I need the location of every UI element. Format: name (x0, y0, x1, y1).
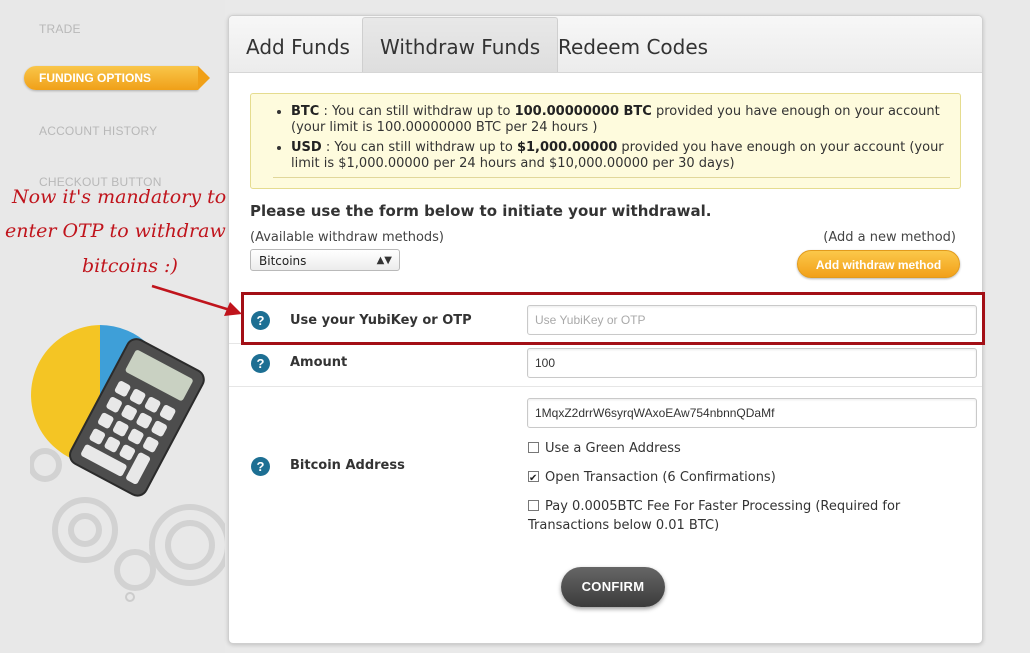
amount-input[interactable] (527, 348, 977, 378)
notice-usd-text: : You can still withdraw up to (321, 140, 517, 155)
green-address-label: Use a Green Address (545, 441, 681, 456)
tab-withdraw-funds[interactable]: Withdraw Funds (362, 17, 559, 72)
open-transaction-option[interactable]: Open Transaction (6 Confirmations) (528, 468, 776, 488)
row-divider (229, 386, 982, 387)
green-address-checkbox[interactable] (528, 442, 539, 453)
form-title: Please use the form below to initiate yo… (250, 202, 712, 220)
otp-highlight-box (241, 292, 985, 345)
withdraw-method-select[interactable]: Bitcoins ▲▼ (250, 249, 400, 271)
notice-btc-text: : You can still withdraw up to (319, 104, 515, 119)
add-withdraw-method-button[interactable]: Add withdraw method (797, 250, 960, 278)
open-transaction-checkbox[interactable] (528, 469, 539, 488)
annotation-line-3: bitcoins :) (82, 255, 178, 277)
tab-redeem-codes[interactable]: Redeem Codes (541, 18, 725, 72)
help-icon[interactable]: ? (251, 354, 270, 373)
sidebar-item-funding-options[interactable]: FUNDING OPTIONS (24, 66, 210, 90)
bitcoin-address-input[interactable] (527, 398, 977, 428)
tab-bar: Add Funds Withdraw Funds Redeem Codes (229, 16, 982, 73)
fast-processing-label: Pay 0.0005BTC Fee For Faster Processing … (528, 499, 901, 533)
confirm-button[interactable]: CONFIRM (561, 567, 665, 607)
notice-usd-currency: USD (291, 140, 322, 155)
amount-label: Amount (290, 355, 348, 370)
withdraw-method-value: Bitcoins (259, 254, 307, 268)
notice-divider (273, 177, 950, 178)
annotation-line-1: Now it's mandatory to (12, 186, 227, 208)
sidebar: TRADE FUNDING OPTIONS ACCOUNT HISTORY CH… (0, 0, 225, 653)
fast-processing-option[interactable]: Pay 0.0005BTC Fee For Faster Processing … (528, 497, 948, 535)
bitcoin-address-label: Bitcoin Address (290, 458, 405, 473)
calculator-illustration (30, 325, 225, 602)
notice-btc: BTC : You can still withdraw up to 100.0… (291, 104, 960, 136)
sidebar-item-trade[interactable]: TRADE (39, 22, 81, 36)
fast-processing-checkbox[interactable] (528, 500, 539, 511)
sidebar-item-account-history[interactable]: ACCOUNT HISTORY (39, 124, 157, 138)
withdraw-limits-notice: BTC : You can still withdraw up to 100.0… (250, 93, 961, 189)
select-arrows-icon: ▲▼ (376, 255, 392, 266)
add-method-label: (Add a new method) (823, 230, 956, 245)
methods-label: (Available withdraw methods) (250, 230, 445, 245)
open-transaction-label: Open Transaction (6 Confirmations) (545, 470, 776, 485)
help-icon[interactable]: ? (251, 457, 270, 476)
notice-btc-amount: 100.00000000 BTC (514, 104, 652, 119)
green-address-option[interactable]: Use a Green Address (528, 439, 681, 458)
notice-btc-currency: BTC (291, 104, 320, 119)
tab-add-funds[interactable]: Add Funds (229, 18, 367, 72)
annotation-line-2: enter OTP to withdraw (5, 220, 226, 242)
annotation-arrow-icon (151, 284, 242, 316)
notice-usd-amount: $1,000.00000 (516, 140, 618, 155)
notice-usd: USD : You can still withdraw up to $1,00… (291, 140, 960, 172)
